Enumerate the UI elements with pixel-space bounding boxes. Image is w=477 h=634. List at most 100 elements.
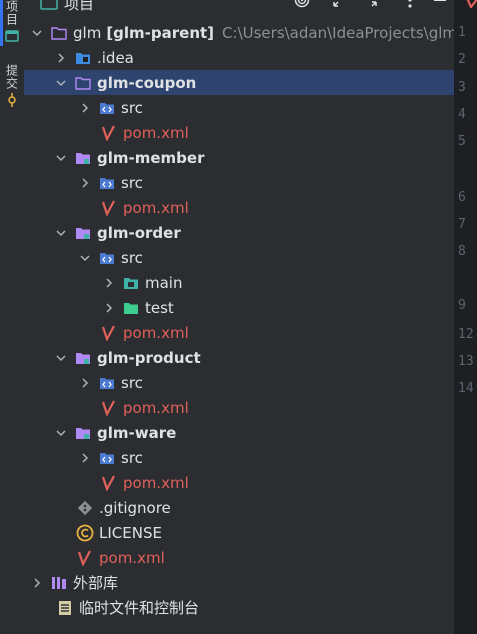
test-folder-icon xyxy=(122,300,140,316)
tree-item-test[interactable]: test xyxy=(24,295,477,320)
chevron-right-icon[interactable] xyxy=(78,101,92,115)
tree-item-idea[interactable]: .idea xyxy=(24,45,477,70)
chevron-down-icon[interactable] xyxy=(54,151,68,165)
src-label: src xyxy=(121,98,143,117)
folder-icon xyxy=(50,25,68,41)
tree-item-src[interactable]: src xyxy=(24,95,477,120)
editor-gutter: 1 2 3 4 5 6 7 8 9 12 13 14 xyxy=(454,0,477,634)
tree-item-pom[interactable]: pom.xml xyxy=(24,195,477,220)
options-menu-icon[interactable] xyxy=(408,0,412,8)
test-label: test xyxy=(145,298,174,317)
project-tool-label: 项目 xyxy=(4,0,19,26)
source-root-folder-icon xyxy=(122,275,140,291)
chevron-right-icon[interactable] xyxy=(102,301,116,315)
line-number: 14 xyxy=(458,381,474,396)
line-number: 6 xyxy=(458,190,466,205)
maven-icon xyxy=(100,324,118,341)
expand-all-icon[interactable] xyxy=(332,0,348,8)
module-folder-icon xyxy=(74,425,92,441)
module-folder-icon xyxy=(74,350,92,366)
chevron-right-icon[interactable] xyxy=(78,451,92,465)
tree-module-member[interactable]: glm-member xyxy=(24,145,477,170)
line-number: 1 xyxy=(458,25,466,40)
chevron-right-icon[interactable] xyxy=(30,576,44,590)
line-number: 12 xyxy=(458,327,474,342)
tree-item-license[interactable]: LICENSE xyxy=(24,520,477,545)
module-label: glm-member xyxy=(97,148,205,167)
line-number: 4 xyxy=(458,107,466,122)
chevron-down-icon[interactable] xyxy=(78,251,92,265)
chevron-down-icon[interactable] xyxy=(30,26,44,40)
folder-icon xyxy=(74,75,92,91)
line-number: 8 xyxy=(458,244,466,259)
chevron-right-icon[interactable] xyxy=(78,176,92,190)
idea-label: .idea xyxy=(97,48,134,67)
gitignore-label: .gitignore xyxy=(99,498,171,517)
panel-title[interactable]: 项目 xyxy=(64,0,94,14)
module-folder-icon xyxy=(74,225,92,241)
tree-item-gitignore[interactable]: .gitignore xyxy=(24,495,477,520)
tree-module-ware[interactable]: glm-ware xyxy=(24,420,477,445)
module-label: glm-product xyxy=(97,348,201,367)
commit-icon xyxy=(8,93,16,107)
source-folder-icon xyxy=(98,250,116,266)
maven-icon xyxy=(100,124,118,141)
tree-item-pom[interactable]: pom.xml xyxy=(24,320,477,345)
tree-scratches[interactable]: 临时文件和控制台 xyxy=(24,595,477,620)
chevron-right-icon[interactable] xyxy=(102,276,116,290)
tree-external-libraries[interactable]: 外部库 xyxy=(24,570,460,595)
tree-item-pom[interactable]: pom.xml xyxy=(24,470,477,495)
maven-icon xyxy=(100,199,118,216)
tree-item-src[interactable]: src xyxy=(24,170,477,195)
commit-tool-label: 提交 xyxy=(4,64,19,90)
scratches-label: 临时文件和控制台 xyxy=(79,599,200,617)
tree-item-src[interactable]: src xyxy=(24,445,477,470)
chevron-down-icon[interactable] xyxy=(54,76,68,90)
line-number: 3 xyxy=(458,80,466,95)
src-label: src xyxy=(121,248,143,267)
collapse-all-icon[interactable] xyxy=(370,0,386,8)
chevron-right-icon[interactable] xyxy=(78,376,92,390)
chevron-down-icon[interactable] xyxy=(54,226,68,240)
tree-item-main[interactable]: main xyxy=(24,270,477,295)
locate-icon[interactable] xyxy=(294,0,310,8)
maven-tab-icon xyxy=(466,0,477,8)
pom-label: pom.xml xyxy=(123,198,189,217)
copyright-icon xyxy=(76,524,94,541)
maven-icon xyxy=(100,399,118,416)
hide-panel-icon[interactable] xyxy=(434,0,446,2)
line-number: 7 xyxy=(458,217,466,232)
tree-root-glm[interactable]: glm [glm-parent] C:\Users\adan\IdeaProje… xyxy=(24,20,460,45)
project-tool-icon xyxy=(5,30,19,42)
tree-item-pom[interactable]: pom.xml xyxy=(24,120,477,145)
maven-icon xyxy=(76,549,94,566)
project-panel: 项目 glm [glm-parent] C:\Users\adan\IdeaPr… xyxy=(24,0,477,634)
source-folder-icon xyxy=(98,175,116,191)
chevron-down-icon[interactable] xyxy=(54,426,68,440)
library-icon xyxy=(50,575,68,591)
line-number: 13 xyxy=(458,354,474,369)
tree-item-root-pom[interactable]: pom.xml xyxy=(24,545,477,570)
source-folder-icon xyxy=(98,100,116,116)
line-number: 2 xyxy=(458,52,466,67)
pom-label: pom.xml xyxy=(123,473,189,492)
project-panel-header: 项目 xyxy=(24,0,454,14)
project-tool-button[interactable]: 项目 xyxy=(2,0,22,43)
pom-label: pom.xml xyxy=(123,323,189,342)
module-label: glm-ware xyxy=(97,423,177,442)
tree-module-coupon[interactable]: glm-coupon xyxy=(24,70,477,95)
tree-module-product[interactable]: glm-product xyxy=(24,345,477,370)
chevron-right-icon[interactable] xyxy=(54,51,68,65)
tree-item-src[interactable]: src xyxy=(24,370,477,395)
tree-module-order[interactable]: glm-order xyxy=(24,220,477,245)
tree-item-pom[interactable]: pom.xml xyxy=(24,395,477,420)
line-number: 5 xyxy=(458,134,466,149)
chevron-down-icon[interactable] xyxy=(54,351,68,365)
commit-tool-button[interactable]: 提交 xyxy=(2,64,22,107)
tree-item-src[interactable]: src xyxy=(24,245,477,270)
root-path: C:\Users\adan\IdeaProjects\glm xyxy=(222,23,458,42)
module-label: glm-order xyxy=(97,223,181,242)
src-label: src xyxy=(121,373,143,392)
maven-icon xyxy=(100,474,118,491)
source-folder-icon xyxy=(98,375,116,391)
